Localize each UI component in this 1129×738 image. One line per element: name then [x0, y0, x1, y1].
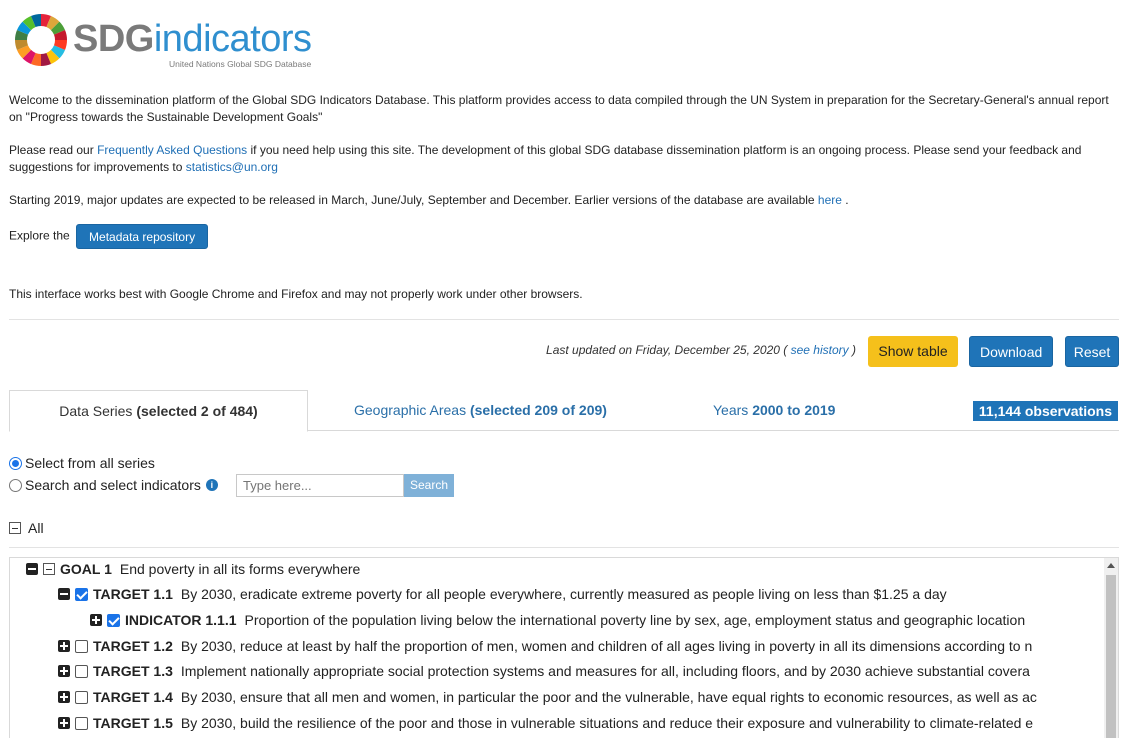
- radio-search-indicators-label: Search and select indicators: [25, 477, 201, 493]
- reset-button[interactable]: Reset: [1065, 336, 1119, 367]
- tab-data-series[interactable]: Data Series (selected 2 of 484): [9, 390, 308, 432]
- radio-all-series-row[interactable]: Select from all series: [9, 455, 155, 471]
- tab-years-range: 2000 to 2019: [752, 402, 836, 418]
- all-collapse-icon[interactable]: [9, 522, 21, 534]
- email-link[interactable]: statistics@un.org: [186, 160, 278, 174]
- all-label: All: [28, 520, 44, 536]
- see-history-link[interactable]: see history: [791, 343, 849, 357]
- tab-geographic-areas-label: Geographic Areas: [354, 402, 470, 418]
- faq-paragraph: Please read our Frequently Asked Questio…: [9, 142, 1109, 176]
- tree-target-1-3[interactable]: TARGET 1.3 Implement nationally appropri…: [58, 660, 1030, 682]
- tab-geographic-areas[interactable]: Geographic Areas (selected 209 of 209): [354, 390, 607, 430]
- scroll-up-arrow-icon[interactable]: [1107, 563, 1115, 568]
- updates-text-end: .: [841, 193, 849, 207]
- target-text: By 2030, eradicate extreme poverty for a…: [180, 586, 947, 602]
- logo-subtitle: United Nations Global SDG Database: [169, 59, 312, 69]
- scroll-thumb[interactable]: [1106, 575, 1116, 738]
- collapse-icon[interactable]: [26, 563, 38, 575]
- tab-geographic-areas-count: (selected 209 of 209): [469, 402, 607, 418]
- select-all-row[interactable]: All: [9, 520, 44, 536]
- radio-search-indicators-row[interactable]: Search and select indicators i: [9, 477, 218, 493]
- target-checkbox[interactable]: [75, 716, 88, 730]
- indicator-code: INDICATOR 1.1.1: [125, 612, 237, 628]
- divider: [9, 547, 1119, 548]
- expand-icon[interactable]: [58, 640, 70, 652]
- series-tree: GOAL 1 End poverty in all its forms ever…: [9, 557, 1119, 738]
- tab-years-label: Years: [713, 402, 753, 418]
- tree-target-1-4[interactable]: TARGET 1.4 By 2030, ensure that all men …: [58, 686, 1037, 708]
- info-icon[interactable]: i: [205, 479, 218, 491]
- sdg-logo[interactable]: SDGindicators United Nations Global SDG …: [14, 13, 314, 71]
- logo-sdg-text: SDG: [73, 18, 154, 60]
- indicator-text: Proportion of the population living belo…: [244, 612, 1026, 628]
- collapse-icon[interactable]: [58, 588, 70, 600]
- welcome-text: Welcome to the dissemination platform of…: [9, 93, 1109, 124]
- radio-all-series[interactable]: [9, 456, 22, 470]
- tree-scrollbar[interactable]: [1104, 558, 1118, 738]
- metadata-repository-button[interactable]: Metadata repository: [76, 224, 209, 249]
- tab-data-series-count: (selected 2 of 484): [136, 403, 258, 419]
- target-code: TARGET 1.2: [93, 638, 173, 654]
- explore-row: Explore the Metadata repository: [9, 224, 1109, 249]
- faq-link[interactable]: Frequently Asked Questions: [97, 143, 247, 157]
- target-text: By 2030, ensure that all men and women, …: [180, 689, 1037, 705]
- expand-icon[interactable]: [58, 691, 70, 703]
- earlier-versions-link[interactable]: here: [818, 193, 842, 207]
- tab-years[interactable]: Years 2000 to 2019: [713, 390, 835, 430]
- target-checkbox-checked[interactable]: [75, 587, 88, 601]
- target-text: By 2030, reduce at least by half the pro…: [180, 638, 1033, 654]
- tree-goal-1[interactable]: GOAL 1 End poverty in all its forms ever…: [26, 558, 360, 580]
- target-text: By 2030, build the resilience of the poo…: [180, 715, 1034, 731]
- tree-target-1-2[interactable]: TARGET 1.2 By 2030, reduce at least by h…: [58, 635, 1032, 657]
- sdg-wheel-icon: [15, 14, 67, 66]
- radio-all-series-label: Select from all series: [25, 455, 155, 471]
- logo-wordmark: SDGindicators: [73, 17, 312, 61]
- selection-tabs: Data Series (selected 2 of 484) Geograph…: [9, 390, 1119, 432]
- observations-badge: 11,144 observations: [972, 401, 1118, 421]
- updates-paragraph: Starting 2019, major updates are expecte…: [9, 192, 1109, 209]
- expand-icon[interactable]: [58, 665, 70, 677]
- target-code: TARGET 1.4: [93, 689, 173, 705]
- radio-search-indicators[interactable]: [9, 478, 22, 492]
- search-button[interactable]: Search: [404, 474, 454, 497]
- logo-indicators-text: indicators: [153, 18, 312, 60]
- goal-code: GOAL 1: [60, 561, 112, 577]
- browser-note: This interface works best with Google Ch…: [9, 287, 583, 301]
- tree-target-1-5[interactable]: TARGET 1.5 By 2030, build the resilience…: [58, 712, 1033, 734]
- target-checkbox[interactable]: [75, 664, 88, 678]
- tree-indicator-1-1-1[interactable]: INDICATOR 1.1.1 Proportion of the popula…: [90, 609, 1025, 631]
- show-table-button[interactable]: Show table: [868, 336, 958, 367]
- tab-data-series-label: Data Series: [59, 403, 137, 419]
- target-code: TARGET 1.5: [93, 715, 173, 731]
- divider: [9, 319, 1119, 320]
- target-checkbox[interactable]: [75, 690, 88, 704]
- expand-icon[interactable]: [58, 717, 70, 729]
- tree-target-1-1[interactable]: TARGET 1.1 By 2030, eradicate extreme po…: [58, 583, 947, 605]
- target-code: TARGET 1.3: [93, 663, 173, 679]
- last-updated: Last updated on Friday, December 25, 202…: [546, 343, 856, 357]
- last-updated-close: ): [848, 343, 856, 357]
- target-code: TARGET 1.1: [93, 586, 173, 602]
- faq-text-pre: Please read our: [9, 143, 98, 157]
- goal-partial-checkbox[interactable]: [43, 563, 55, 575]
- indicator-checkbox-checked[interactable]: [107, 613, 120, 627]
- explore-label: Explore the: [9, 228, 70, 243]
- expand-icon[interactable]: [90, 614, 102, 626]
- updates-text: Starting 2019, major updates are expecte…: [9, 193, 818, 207]
- target-checkbox[interactable]: [75, 639, 88, 653]
- goal-text: End poverty in all its forms everywhere: [119, 561, 361, 577]
- indicator-search-input[interactable]: [236, 474, 404, 497]
- target-text: Implement nationally appropriate social …: [180, 663, 1030, 679]
- last-updated-text: Last updated on Friday, December 25, 202…: [546, 343, 791, 357]
- download-button[interactable]: Download: [969, 336, 1053, 367]
